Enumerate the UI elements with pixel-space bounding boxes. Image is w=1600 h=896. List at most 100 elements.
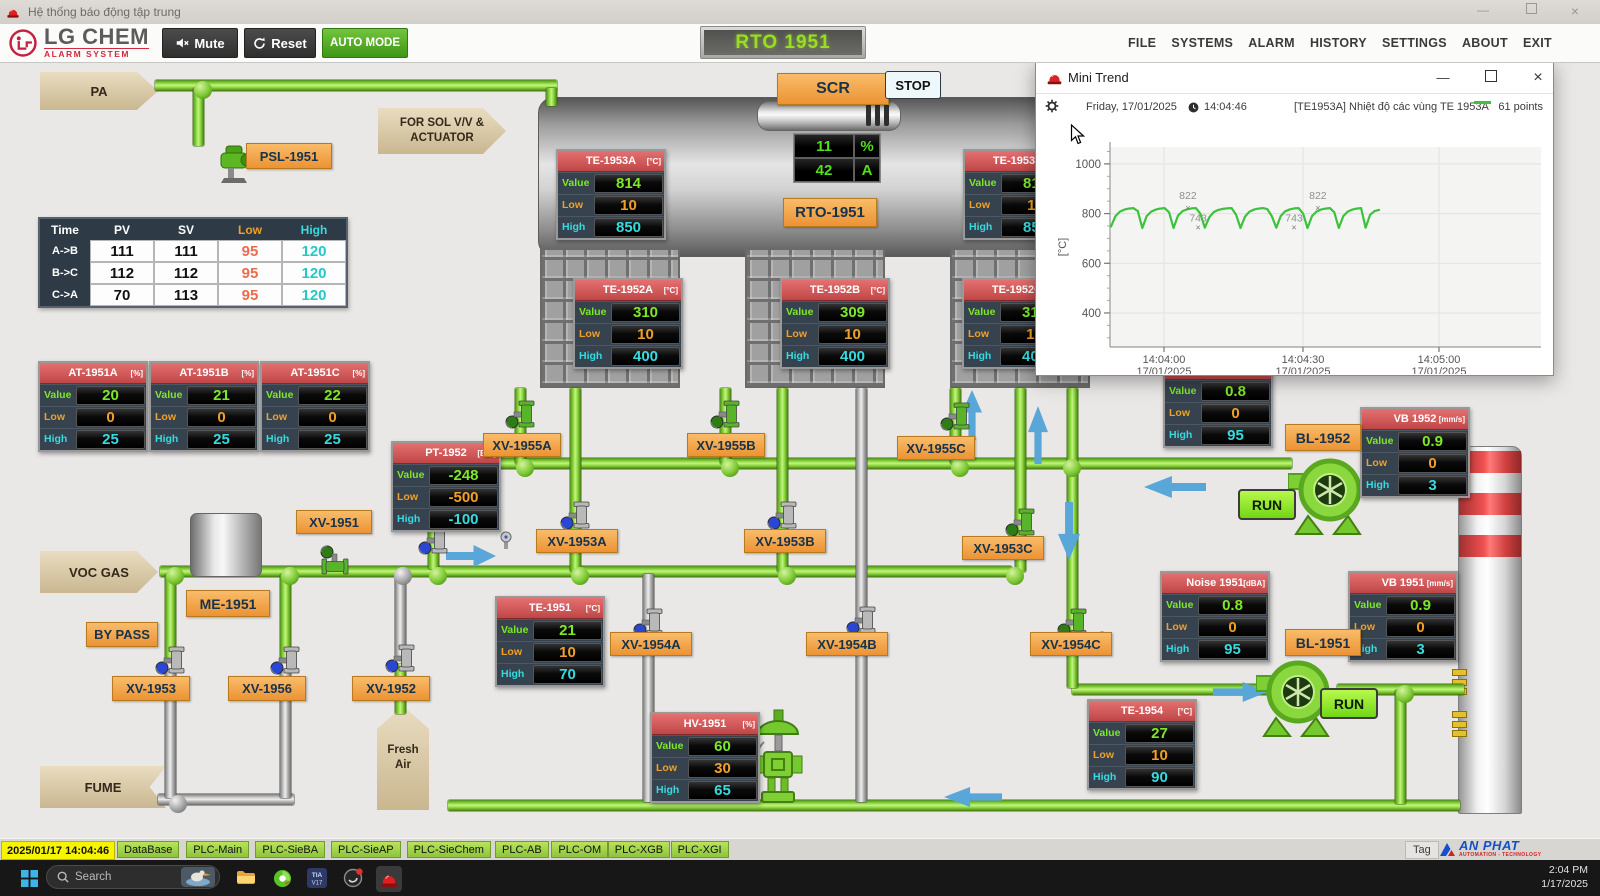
valve-xv-1953[interactable] [154, 642, 186, 678]
tag-xv1955b: XV-1955B [687, 433, 765, 457]
stop-button[interactable]: STOP [885, 71, 941, 99]
panel-at1951b[interactable]: AT-1951B[%]Value21Low0High25 [149, 361, 259, 452]
svg-text:14:04:30: 14:04:30 [1282, 354, 1325, 366]
auto-mode-button[interactable]: AUTO MODE [322, 28, 408, 58]
valve-xv-1955a[interactable] [504, 396, 536, 432]
plc-button-plc-main[interactable]: PLC-Main [186, 841, 249, 858]
valve-xv-1952[interactable] [384, 640, 416, 676]
valve-xv-1955c[interactable] [939, 398, 971, 434]
row-value: -500 [429, 488, 498, 507]
search-input[interactable]: Search [46, 865, 220, 889]
reset-button[interactable]: Reset [244, 28, 316, 58]
panel-unit: [mm/s] [1427, 579, 1453, 588]
panel-at1951a[interactable]: AT-1951A[%]Value20Low0High25 [38, 361, 148, 452]
menu-item-systems[interactable]: SYSTEMS [1171, 36, 1233, 50]
menu-item-exit[interactable]: EXIT [1523, 36, 1552, 50]
menu-item-file[interactable]: FILE [1128, 36, 1156, 50]
panel-row-value: Value21 [497, 619, 603, 641]
table-header-time: Time [40, 219, 90, 240]
panel-row-value: Value22 [262, 384, 368, 406]
svg-text:1000: 1000 [1075, 159, 1101, 171]
anphat-brand: AN PHAT AUTOMATION - TECHNOLOGY [1438, 840, 1541, 858]
burner-value: 42 [794, 158, 854, 182]
pipe-junction [1396, 685, 1414, 703]
panel-at1951c[interactable]: AT-1951C[%]Value22Low0High25 [260, 361, 370, 452]
search-icon [57, 871, 69, 883]
tag-bl1952: BL-1952 [1285, 424, 1361, 451]
plc-button-plc-ab[interactable]: PLC-AB [495, 841, 549, 858]
tag-button[interactable]: Tag [1405, 841, 1439, 859]
banner-pa: PA [40, 72, 158, 110]
pipe-junction [194, 81, 212, 99]
row-label: High [575, 346, 611, 367]
plc-button-plc-sieap[interactable]: PLC-SieAP [331, 841, 401, 858]
menu-item-about[interactable]: ABOUT [1462, 36, 1508, 50]
panel-te1952a[interactable]: TE-1952A[°C]Value310Low10High400 [573, 278, 683, 369]
panel-vb1952[interactable]: VB 1952[mm/s]Value0.9Low0High3 [1360, 407, 1470, 498]
menu-item-settings[interactable]: SETTINGS [1382, 36, 1447, 50]
svg-text:822: 822 [1179, 190, 1197, 202]
tag-xv1953b: XV-1953B [744, 529, 826, 553]
menu-item-history[interactable]: HISTORY [1310, 36, 1367, 50]
valve-xv-1956[interactable] [269, 642, 301, 678]
panel-hv1951[interactable]: HV-1951[%]Value60Low30High65 [650, 712, 760, 803]
row-label: Value [151, 385, 187, 406]
valve-xv-1953a[interactable] [559, 497, 591, 533]
trend-close-button[interactable]: × [1523, 67, 1553, 89]
trend-settings-icon[interactable] [1045, 99, 1059, 116]
panel-te1953a[interactable]: TE-1953A[°C]Value814Low10High850 [556, 149, 666, 240]
run-button-bl1951[interactable]: RUN [1320, 688, 1378, 719]
tag-psl1951: PSL-1951 [246, 143, 332, 169]
pipe-junction [281, 567, 299, 585]
row-value: 0 [187, 408, 256, 427]
tag-xv1955a: XV-1955A [483, 433, 561, 457]
minimize-button[interactable]: — [1466, 3, 1500, 17]
row-label: Low [1165, 403, 1201, 424]
maximize-button[interactable] [1514, 3, 1548, 17]
panel-te1952b[interactable]: TE-1952B[°C]Value309Low10High400 [780, 278, 890, 369]
screen-title: RTO 1951 [704, 30, 862, 55]
panel-noise1951[interactable]: Noise 1951[dBA]Value0.8Low0High95 [1160, 571, 1270, 662]
menu-item-alarm[interactable]: ALARM [1248, 36, 1295, 50]
plc-button-database[interactable]: DataBase [117, 841, 179, 858]
close-button[interactable]: × [1558, 3, 1592, 19]
panel-vb1951[interactable]: VB 1951[mm/s]Value0.9Low0High3 [1348, 571, 1458, 662]
reset-icon [253, 37, 266, 50]
pipe-junction [571, 567, 589, 585]
table-header-sv: SV [154, 219, 218, 240]
row-label: High [1089, 767, 1125, 788]
valve-xv-1951[interactable] [317, 544, 353, 576]
start-button[interactable] [18, 867, 40, 889]
plc-button-plc-om[interactable]: PLC-OM [551, 841, 608, 858]
plc-button-plc-xgb[interactable]: PLC-XGB [608, 841, 670, 858]
trend-maximize-button[interactable] [1476, 67, 1506, 89]
panel-te1951[interactable]: TE-1951[°C]Value21Low10High70 [495, 596, 605, 687]
plc-button-plc-xgi[interactable]: PLC-XGI [671, 841, 729, 858]
trend-minimize-button[interactable]: — [1428, 67, 1458, 89]
tia-portal-icon[interactable]: TIAV17 [306, 867, 328, 889]
plc-button-plc-sieba[interactable]: PLC-SieBA [255, 841, 325, 858]
alarm-app-icon[interactable] [376, 866, 402, 892]
row-value: 25 [298, 430, 367, 449]
taskbar-clock[interactable]: 2:04 PM 1/17/2025 [1541, 863, 1588, 891]
search-placeholder: Search [75, 871, 111, 883]
valve-xv-1955b[interactable] [709, 396, 741, 432]
plc-button-plc-siechem[interactable]: PLC-SieChem [407, 841, 491, 858]
alarm-beacon-icon [1046, 69, 1063, 91]
panel-title: TE-1952B[°C] [782, 280, 888, 301]
file-explorer-icon[interactable] [235, 867, 257, 889]
panel-row-high: High65 [652, 779, 758, 801]
panel-row-low: Low10 [497, 641, 603, 663]
valve-xv-1953b[interactable] [766, 497, 798, 533]
panel-row-low: Low0 [1162, 616, 1268, 638]
row-label: Low [497, 642, 533, 663]
panel-te1954[interactable]: TE-1954[°C]Value27Low10High90 [1087, 699, 1197, 790]
browser-icon[interactable] [271, 867, 293, 889]
obs-icon[interactable] [342, 867, 364, 889]
svg-text:400: 400 [1082, 308, 1101, 320]
panel-row-high: High850 [558, 216, 664, 238]
mute-button[interactable]: Mute [162, 28, 238, 58]
run-button-bl1952[interactable]: RUN [1238, 489, 1296, 520]
valve-xv-1953c[interactable] [1004, 504, 1036, 540]
row-label: High [652, 780, 688, 801]
